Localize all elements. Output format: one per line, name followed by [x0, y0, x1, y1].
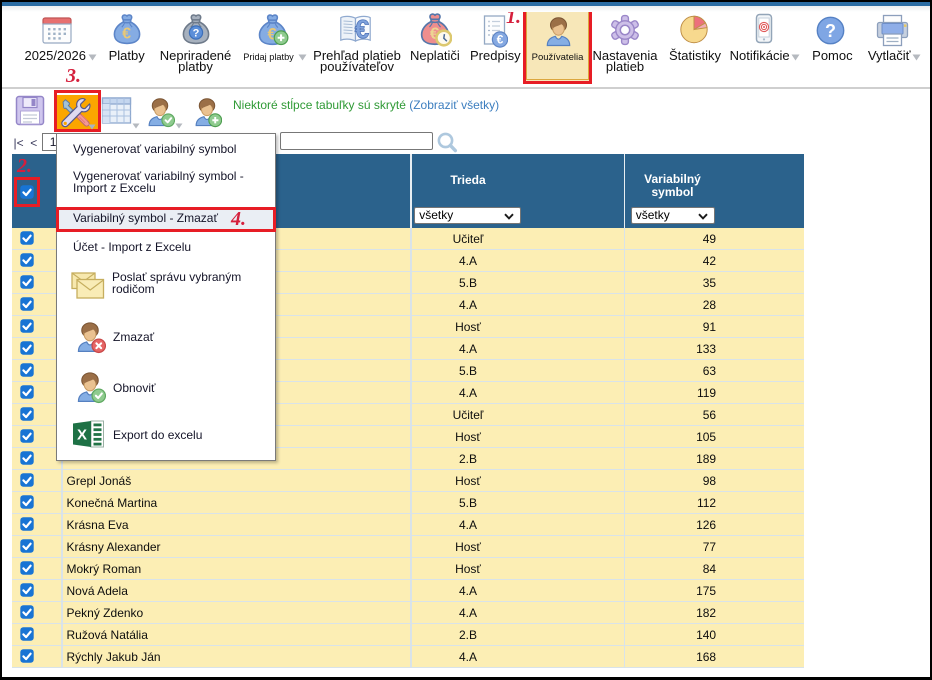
svg-text:?: ? [193, 28, 200, 40]
svg-text:X: X [77, 426, 87, 443]
svg-text:€: € [355, 14, 369, 44]
svg-text:€: € [497, 33, 504, 47]
svg-text:?: ? [825, 21, 836, 41]
svg-text:€: € [122, 26, 131, 43]
